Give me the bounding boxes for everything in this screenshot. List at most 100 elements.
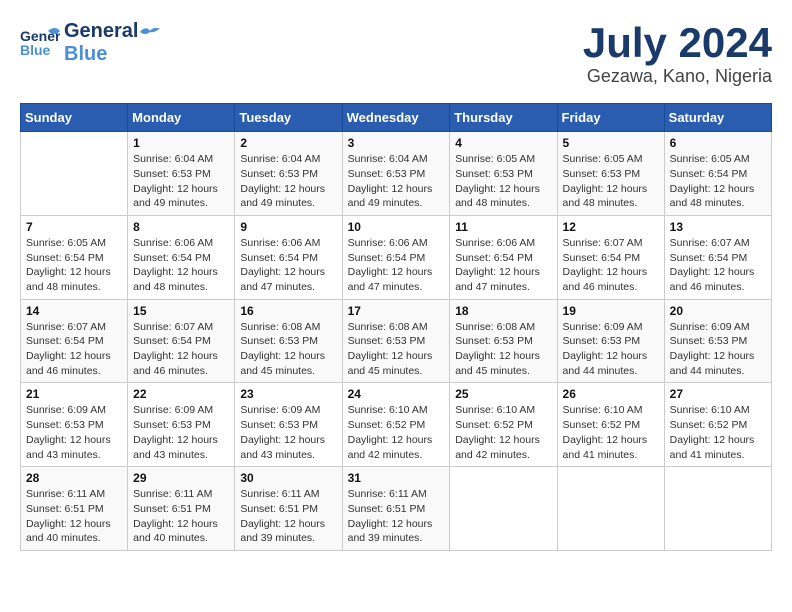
day-info: Sunrise: 6:09 AMSunset: 6:53 PMDaylight:… <box>563 320 659 379</box>
day-info: Sunrise: 6:10 AMSunset: 6:52 PMDaylight:… <box>455 403 551 462</box>
day-number: 26 <box>563 387 659 401</box>
month-year-heading: July 2024 <box>583 20 772 66</box>
day-number: 30 <box>240 471 336 485</box>
day-info: Sunrise: 6:04 AMSunset: 6:53 PMDaylight:… <box>348 152 445 211</box>
calendar-title: July 2024 Gezawa, Kano, Nigeria <box>583 20 772 87</box>
calendar-cell: 11 Sunrise: 6:06 AMSunset: 6:54 PMDayligh… <box>450 215 557 299</box>
day-number: 27 <box>670 387 766 401</box>
day-number: 13 <box>670 220 766 234</box>
weekday-header-sunday: Sunday <box>21 104 128 132</box>
calendar-cell <box>21 132 128 216</box>
day-number: 9 <box>240 220 336 234</box>
day-number: 31 <box>348 471 445 485</box>
calendar-week-1: 1Sunrise: 6:04 AMSunset: 6:53 PMDaylight… <box>21 132 772 216</box>
calendar-cell: 26Sunrise: 6:10 AMSunset: 6:52 PMDayligh… <box>557 383 664 467</box>
day-number: 17 <box>348 304 445 318</box>
calendar-cell: 12 Sunrise: 6:07 AMSunset: 6:54 PMDayligh… <box>557 215 664 299</box>
calendar-cell: 30 Sunrise: 6:11 AMSunset: 6:51 PMDayligh… <box>235 467 342 551</box>
day-number: 15 <box>133 304 229 318</box>
calendar-cell: 19 Sunrise: 6:09 AMSunset: 6:53 PMDayligh… <box>557 299 664 383</box>
calendar-cell: 21 Sunrise: 6:09 AMSunset: 6:53 PMDayligh… <box>21 383 128 467</box>
logo-icon: General Blue <box>20 23 60 63</box>
calendar-week-5: 28 Sunrise: 6:11 AMSunset: 6:51 PMDayligh… <box>21 467 772 551</box>
day-number: 23 <box>240 387 336 401</box>
day-info: Sunrise: 6:06 AMSunset: 6:54 PMDaylight:… <box>455 236 551 295</box>
weekday-header-wednesday: Wednesday <box>342 104 450 132</box>
day-number: 2 <box>240 136 336 150</box>
day-info: Sunrise: 6:07 AMSunset: 6:54 PMDaylight:… <box>563 236 659 295</box>
calendar-body: 1Sunrise: 6:04 AMSunset: 6:53 PMDaylight… <box>21 132 772 551</box>
logo-text-blue: Blue <box>64 43 162 66</box>
calendar-cell: 8 Sunrise: 6:06 AMSunset: 6:54 PMDaylight… <box>128 215 235 299</box>
day-number: 25 <box>455 387 551 401</box>
weekday-header-monday: Monday <box>128 104 235 132</box>
day-number: 28 <box>26 471 122 485</box>
calendar-cell: 17Sunrise: 6:08 AMSunset: 6:53 PMDayligh… <box>342 299 450 383</box>
calendar-cell: 4Sunrise: 6:05 AMSunset: 6:53 PMDaylight… <box>450 132 557 216</box>
day-info: Sunrise: 6:11 AMSunset: 6:51 PMDaylight:… <box>133 487 229 546</box>
calendar-cell: 25 Sunrise: 6:10 AMSunset: 6:52 PMDayligh… <box>450 383 557 467</box>
calendar-cell: 27Sunrise: 6:10 AMSunset: 6:52 PMDayligh… <box>664 383 771 467</box>
day-number: 4 <box>455 136 551 150</box>
day-number: 3 <box>348 136 445 150</box>
day-info: Sunrise: 6:08 AMSunset: 6:53 PMDaylight:… <box>455 320 551 379</box>
day-info: Sunrise: 6:09 AMSunset: 6:53 PMDaylight:… <box>670 320 766 379</box>
day-info: Sunrise: 6:09 AMSunset: 6:53 PMDaylight:… <box>133 403 229 462</box>
calendar-cell: 3 Sunrise: 6:04 AMSunset: 6:53 PMDaylight… <box>342 132 450 216</box>
day-number: 18 <box>455 304 551 318</box>
weekday-header-friday: Friday <box>557 104 664 132</box>
logo: General Blue General Blue <box>20 20 162 66</box>
day-info: Sunrise: 6:07 AMSunset: 6:54 PMDaylight:… <box>133 320 229 379</box>
calendar-header: SundayMondayTuesdayWednesdayThursdayFrid… <box>21 104 772 132</box>
weekday-header-saturday: Saturday <box>664 104 771 132</box>
day-info: Sunrise: 6:07 AMSunset: 6:54 PMDaylight:… <box>670 236 766 295</box>
day-number: 24 <box>348 387 445 401</box>
page-header: General Blue General Blue July 2024 Geza… <box>20 20 772 87</box>
calendar-cell: 24 Sunrise: 6:10 AMSunset: 6:52 PMDayligh… <box>342 383 450 467</box>
bird-icon <box>140 24 160 40</box>
day-number: 20 <box>670 304 766 318</box>
day-number: 11 <box>455 220 551 234</box>
calendar-cell: 16 Sunrise: 6:08 AMSunset: 6:53 PMDayligh… <box>235 299 342 383</box>
day-info: Sunrise: 6:09 AMSunset: 6:53 PMDaylight:… <box>240 403 336 462</box>
svg-text:Blue: Blue <box>20 42 51 58</box>
calendar-cell: 2 Sunrise: 6:04 AMSunset: 6:53 PMDaylight… <box>235 132 342 216</box>
day-info: Sunrise: 6:06 AMSunset: 6:54 PMDaylight:… <box>348 236 445 295</box>
calendar-week-4: 21 Sunrise: 6:09 AMSunset: 6:53 PMDayligh… <box>21 383 772 467</box>
day-number: 22 <box>133 387 229 401</box>
day-info: Sunrise: 6:11 AMSunset: 6:51 PMDaylight:… <box>26 487 122 546</box>
calendar-cell: 22 Sunrise: 6:09 AMSunset: 6:53 PMDayligh… <box>128 383 235 467</box>
day-info: Sunrise: 6:11 AMSunset: 6:51 PMDaylight:… <box>240 487 336 546</box>
weekday-header-tuesday: Tuesday <box>235 104 342 132</box>
day-info: Sunrise: 6:10 AMSunset: 6:52 PMDaylight:… <box>348 403 445 462</box>
calendar-cell: 28 Sunrise: 6:11 AMSunset: 6:51 PMDayligh… <box>21 467 128 551</box>
day-info: Sunrise: 6:07 AMSunset: 6:54 PMDaylight:… <box>26 320 122 379</box>
day-info: Sunrise: 6:09 AMSunset: 6:53 PMDaylight:… <box>26 403 122 462</box>
calendar-cell: 10 Sunrise: 6:06 AMSunset: 6:54 PMDayligh… <box>342 215 450 299</box>
day-number: 8 <box>133 220 229 234</box>
calendar-cell: 23 Sunrise: 6:09 AMSunset: 6:53 PMDayligh… <box>235 383 342 467</box>
day-number: 14 <box>26 304 122 318</box>
day-number: 7 <box>26 220 122 234</box>
calendar-cell: 31Sunrise: 6:11 AMSunset: 6:51 PMDayligh… <box>342 467 450 551</box>
day-number: 16 <box>240 304 336 318</box>
logo-text-general: General <box>64 20 138 43</box>
day-number: 10 <box>348 220 445 234</box>
day-info: Sunrise: 6:05 AMSunset: 6:54 PMDaylight:… <box>670 152 766 211</box>
calendar-cell <box>664 467 771 551</box>
calendar-cell: 18 Sunrise: 6:08 AMSunset: 6:53 PMDayligh… <box>450 299 557 383</box>
day-info: Sunrise: 6:06 AMSunset: 6:54 PMDaylight:… <box>133 236 229 295</box>
location-heading: Gezawa, Kano, Nigeria <box>583 66 772 87</box>
calendar-cell: 15 Sunrise: 6:07 AMSunset: 6:54 PMDayligh… <box>128 299 235 383</box>
calendar-week-3: 14 Sunrise: 6:07 AMSunset: 6:54 PMDayligh… <box>21 299 772 383</box>
day-info: Sunrise: 6:05 AMSunset: 6:53 PMDaylight:… <box>563 152 659 211</box>
day-number: 19 <box>563 304 659 318</box>
day-number: 6 <box>670 136 766 150</box>
calendar-cell: 9Sunrise: 6:06 AMSunset: 6:54 PMDaylight… <box>235 215 342 299</box>
day-number: 21 <box>26 387 122 401</box>
day-info: Sunrise: 6:04 AMSunset: 6:53 PMDaylight:… <box>240 152 336 211</box>
weekday-header-row: SundayMondayTuesdayWednesdayThursdayFrid… <box>21 104 772 132</box>
day-number: 12 <box>563 220 659 234</box>
day-info: Sunrise: 6:08 AMSunset: 6:53 PMDaylight:… <box>240 320 336 379</box>
calendar-cell: 29Sunrise: 6:11 AMSunset: 6:51 PMDayligh… <box>128 467 235 551</box>
